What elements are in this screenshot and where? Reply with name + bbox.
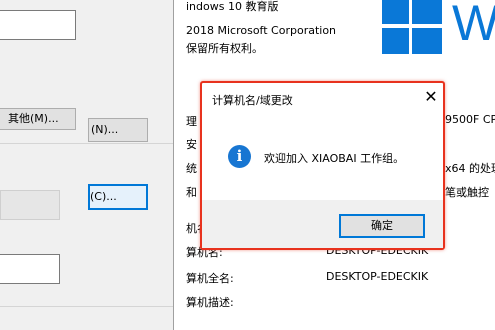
ok-button-label: 确定 (371, 219, 393, 232)
section-divider (0, 143, 173, 144)
computer-name-input[interactable] (0, 10, 76, 40)
dialog-title: 计算机名/域更改 (212, 94, 293, 107)
computer-description-label: 算机描述: (186, 296, 234, 309)
bottom-divider (0, 306, 173, 307)
windows-wordmark: W (452, 0, 495, 51)
dialog-footer: 确定 (202, 200, 443, 248)
pen-touch-label: 和 (186, 186, 197, 199)
pen-touch-value: 笔或触控 (445, 186, 489, 199)
full-computer-name-value: DESKTOP-EDECKIK (326, 270, 429, 283)
info-icon: i (228, 145, 251, 168)
change-button[interactable]: (C)... (88, 184, 148, 210)
copyright-text: 2018 Microsoft Corporation (186, 24, 337, 37)
change-domain-button-label: (N)... (91, 123, 119, 136)
other-button-label: 其他(M)... (8, 112, 59, 125)
windows-edition: indows 10 教育版 (186, 0, 279, 13)
ok-button[interactable]: 确定 (339, 214, 425, 238)
full-computer-name-label: 算机全名: (186, 272, 234, 285)
processor-value: 9500F CP (445, 113, 495, 126)
windows-logo-icon (382, 0, 442, 56)
other-button[interactable]: 其他(M)... (0, 108, 76, 130)
disabled-field (0, 190, 60, 220)
computer-name-domain-changes-dialog: 计算机名/域更改 ✕ i 欢迎加入 XIAOBAI 工作组。 确定 (200, 81, 445, 250)
rights-text: 保留所有权利。 (186, 42, 263, 55)
panel-gap (174, 0, 184, 330)
info-icon-glyph: i (236, 147, 243, 165)
computer-name-changes-panel: 其他(M)... (0, 0, 173, 330)
processor-label: 理 (186, 115, 197, 128)
system-type-label: 统 (186, 162, 197, 175)
workgroup-input[interactable] (0, 254, 60, 284)
system-type-value: x64 的处理 (445, 162, 495, 175)
close-icon[interactable]: ✕ (423, 89, 439, 105)
change-button-label: (C)... (90, 190, 117, 203)
change-domain-button[interactable]: (N)... (88, 118, 148, 142)
installed-memory-label: 安 (186, 138, 197, 151)
dialog-message: 欢迎加入 XIAOBAI 工作组。 (264, 152, 405, 165)
